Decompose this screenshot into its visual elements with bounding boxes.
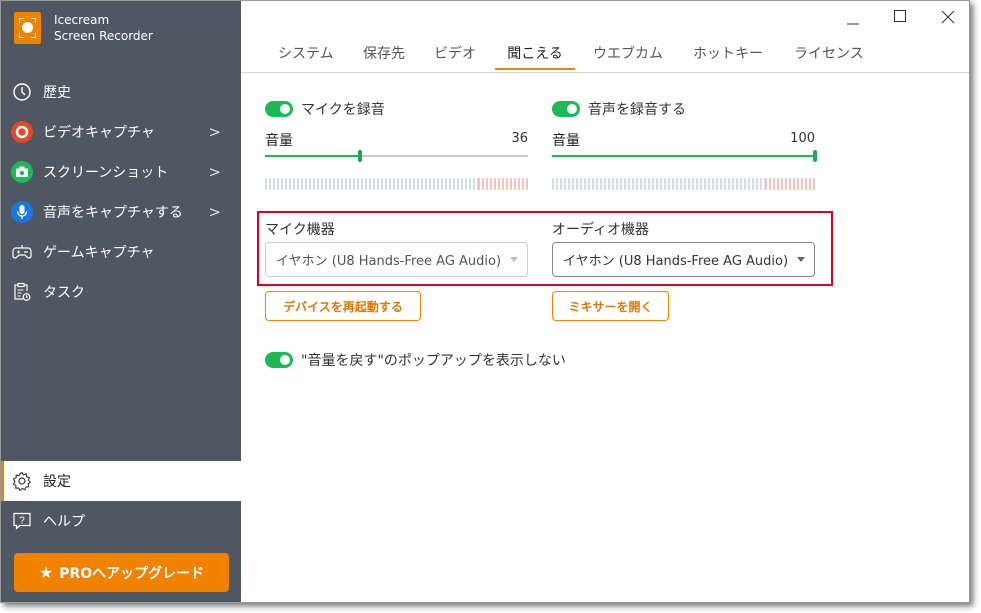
audio-device-select[interactable]: イヤホン (U8 Hands-Free AG Audio)	[552, 242, 815, 277]
maximize-button[interactable]	[885, 9, 915, 29]
chevron-right-icon: >	[208, 203, 221, 221]
app-name-line2: Screen Recorder	[54, 29, 153, 43]
system-volume-label: 音量	[552, 133, 580, 149]
mic-volume-slider[interactable]	[265, 150, 528, 162]
sidebar-item-label: ヘルプ	[43, 514, 85, 530]
record-system-audio-toggle-row[interactable]: 音声を録音する	[552, 99, 686, 119]
star-icon: ★	[38, 563, 54, 582]
sidebar-item-label: タスク	[43, 285, 85, 301]
sidebar-item-label: ゲームキャプチャ	[43, 245, 155, 261]
sidebar-item-video-capture[interactable]: ビデオキャプチャ >	[1, 112, 241, 152]
sidebar-item-label: 音声をキャプチャする	[43, 205, 183, 221]
tab-system[interactable]: システム	[278, 43, 334, 71]
svg-text:?: ?	[19, 516, 25, 527]
restart-device-button[interactable]: デバイスを再起動する	[265, 291, 421, 321]
clock-icon	[11, 81, 33, 103]
record-icon	[11, 121, 33, 143]
mic-volume-value: 36	[511, 131, 528, 146]
mic-device-value: イヤホン (U8 Hands-Free AG Audio)	[276, 254, 502, 269]
app-name-line1: Icecream	[54, 13, 110, 27]
sidebar-item-settings[interactable]: 設定	[1, 461, 241, 501]
app-logo-icon	[14, 12, 41, 44]
tab-hotkeys[interactable]: ホットキー	[693, 43, 763, 71]
mic-device-label: マイク機器	[265, 222, 335, 238]
tab-license[interactable]: ライセンス	[794, 43, 864, 71]
task-clipboard-icon	[11, 281, 33, 303]
slider-thumb[interactable]	[358, 150, 362, 162]
sidebar-item-label: スクリーンショット	[43, 165, 169, 181]
sidebar: Icecream Screen Recorder 歴史 ビデオキャプチャ > ス…	[1, 1, 241, 602]
sidebar-item-history[interactable]: 歴史	[1, 72, 241, 112]
upgrade-pro-label: PROへアップグレード	[59, 565, 205, 582]
slider-fill	[552, 155, 815, 157]
sidebar-item-screenshot[interactable]: スクリーンショット >	[1, 152, 241, 192]
sidebar-item-label: ビデオキャプチャ	[43, 125, 155, 141]
sidebar-item-label: 歴史	[43, 85, 71, 101]
record-system-audio-toggle[interactable]	[552, 101, 580, 117]
sidebar-item-audio-capture[interactable]: 音声をキャプチャする >	[1, 192, 241, 232]
audio-device-label: オーディオ機器	[552, 222, 650, 238]
hide-volume-popup-label: "音量を戻す"のポップアップを表示しない	[301, 353, 566, 369]
gear-icon	[11, 470, 33, 492]
open-mixer-button[interactable]: ミキサーを開く	[552, 291, 669, 321]
slider-fill	[265, 155, 360, 157]
gamepad-icon	[11, 241, 33, 263]
help-icon: ?	[11, 510, 33, 532]
system-level-meter	[552, 178, 815, 190]
mic-device-select[interactable]: イヤホン (U8 Hands-Free AG Audio)	[265, 242, 528, 277]
sidebar-item-game-capture[interactable]: ゲームキャプチャ	[1, 232, 241, 272]
microphone-icon	[11, 201, 33, 223]
slider-thumb[interactable]	[813, 150, 817, 162]
system-volume-value: 100	[790, 131, 815, 146]
mic-volume-label: 音量	[265, 133, 293, 149]
chevron-right-icon: >	[208, 163, 221, 181]
app-window: Icecream Screen Recorder 歴史 ビデオキャプチャ > ス…	[0, 0, 970, 603]
record-system-audio-label: 音声を録音する	[588, 102, 686, 118]
chevron-right-icon: >	[208, 123, 221, 141]
camera-icon	[11, 161, 33, 183]
system-volume-slider[interactable]	[552, 150, 817, 162]
tab-webcam[interactable]: ウエブカム	[593, 43, 663, 71]
record-mic-toggle[interactable]	[265, 101, 293, 117]
record-mic-toggle-row[interactable]: マイクを録音	[265, 99, 385, 119]
tab-video[interactable]: ビデオ	[434, 43, 476, 71]
settings-tabs: システム 保存先 ビデオ 聞こえる ウエブカム ホットキー ライセンス	[241, 39, 969, 73]
hide-volume-popup-toggle-row[interactable]: "音量を戻す"のポップアップを表示しない	[265, 350, 566, 370]
audio-device-value: イヤホン (U8 Hands-Free AG Audio)	[563, 254, 789, 269]
app-name: Icecream Screen Recorder	[54, 12, 153, 44]
dropdown-arrow-icon	[510, 257, 518, 262]
hide-volume-popup-toggle[interactable]	[265, 352, 293, 368]
upgrade-pro-button[interactable]: ★ PROへアップグレード	[14, 553, 229, 592]
sidebar-item-label: 設定	[43, 474, 71, 490]
tab-save-location[interactable]: 保存先	[363, 43, 405, 71]
sidebar-item-help[interactable]: ? ヘルプ	[1, 501, 241, 541]
sidebar-item-tasks[interactable]: タスク	[1, 272, 241, 312]
mic-level-meter	[265, 178, 528, 190]
close-button[interactable]	[933, 9, 963, 29]
tab-audio[interactable]: 聞こえる	[495, 43, 575, 70]
minimize-button[interactable]	[838, 6, 868, 26]
record-mic-label: マイクを録音	[301, 102, 385, 118]
dropdown-arrow-icon	[797, 257, 805, 262]
